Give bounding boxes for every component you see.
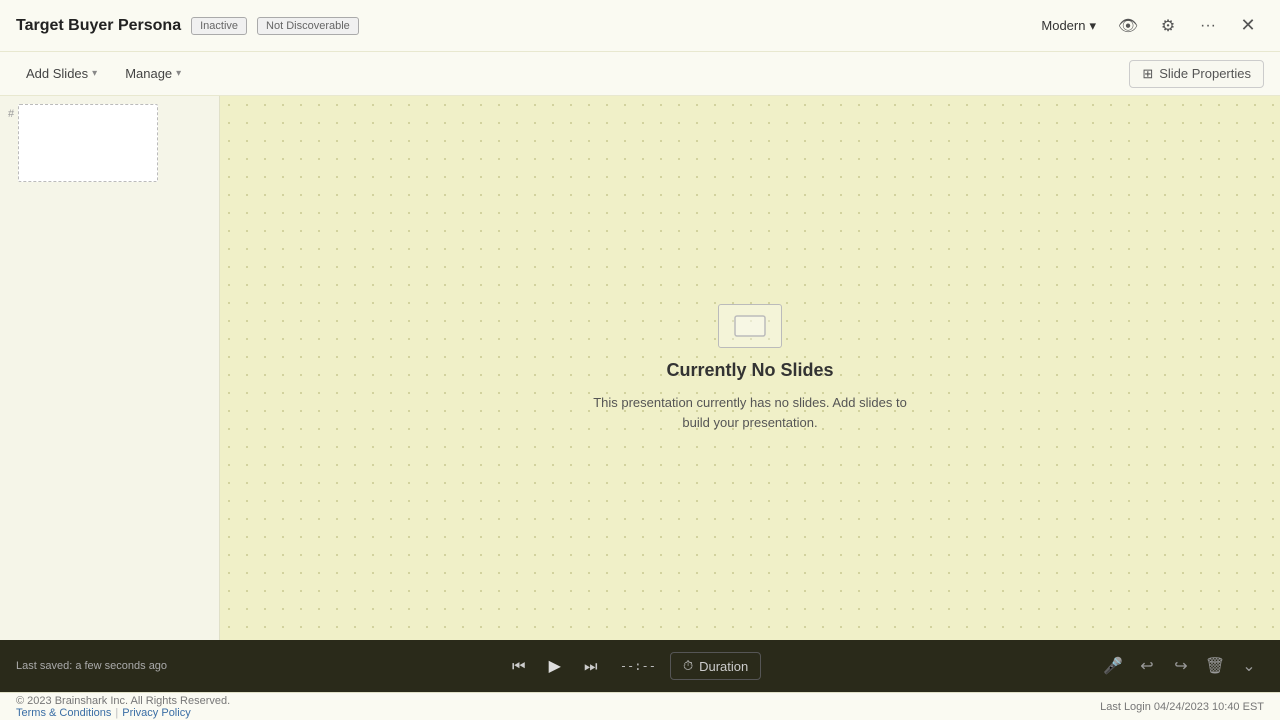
playback-controls: ⏮ ▶ ⏭ --:-- ⏱ Duration: [167, 651, 1098, 681]
microphone-button[interactable]: 🎤: [1098, 651, 1128, 681]
skip-to-start-button[interactable]: ⏮: [504, 651, 534, 681]
copyright-text: © 2023 Brainshark Inc. All Rights Reserv…: [16, 695, 230, 707]
theme-chevron-icon: ▾: [1089, 18, 1096, 34]
last-saved-text: Last saved: a few seconds ago: [16, 660, 167, 672]
add-slides-label: Add Slides: [26, 66, 88, 81]
gear-icon: ⚙: [1161, 16, 1175, 36]
manage-button[interactable]: Manage ▾: [115, 61, 191, 86]
delete-button[interactable]: 🗑: [1200, 651, 1230, 681]
privacy-policy-link[interactable]: Privacy Policy: [122, 707, 190, 719]
add-slides-button[interactable]: Add Slides ▾: [16, 61, 107, 86]
more-options-button[interactable]: ···: [1192, 10, 1224, 42]
microphone-icon: 🎤: [1103, 656, 1123, 676]
trash-icon: 🗑: [1205, 656, 1225, 676]
slide-thumbnail-container: #: [8, 104, 211, 182]
theme-selector[interactable]: Modern ▾: [1033, 14, 1104, 38]
preview-button[interactable]: 👁: [1112, 10, 1144, 42]
manage-chevron-icon: ▾: [176, 68, 181, 79]
redo-button[interactable]: ↪: [1166, 651, 1196, 681]
empty-subtitle: This presentation currently has no slide…: [590, 393, 910, 432]
playback-bar: Last saved: a few seconds ago ⏮ ▶ ⏭ --:-…: [0, 640, 1280, 692]
duration-label: Duration: [699, 659, 748, 674]
header-left: Target Buyer Persona Inactive Not Discov…: [16, 17, 359, 35]
header: Target Buyer Persona Inactive Not Discov…: [0, 0, 1280, 52]
last-login-text: Last Login 04/24/2023 10:40 EST: [1100, 701, 1264, 713]
playback-right-controls: 🎤 ↩ ↪ 🗑 ⌄: [1098, 651, 1264, 681]
undo-icon: ↩: [1140, 656, 1153, 676]
footer-links: Terms & Conditions | Privacy Policy: [16, 707, 230, 719]
redo-icon: ↪: [1174, 656, 1187, 676]
slide-properties-button[interactable]: ⊞ Slide Properties: [1129, 60, 1264, 88]
canvas-area: Currently No Slides This presentation cu…: [220, 96, 1280, 640]
footer-separator: |: [115, 707, 118, 719]
settings-button[interactable]: ⚙: [1152, 10, 1184, 42]
play-button[interactable]: ▶: [540, 651, 570, 681]
duration-button[interactable]: ⏱ Duration: [670, 652, 761, 680]
play-icon: ▶: [549, 656, 561, 676]
inactive-badge: Inactive: [191, 17, 247, 35]
theme-label: Modern: [1041, 18, 1085, 33]
close-icon: ✕: [1240, 15, 1255, 36]
undo-button[interactable]: ↩: [1132, 651, 1162, 681]
collapse-button[interactable]: ⌄: [1234, 651, 1264, 681]
slide-panel: #: [0, 96, 220, 640]
ellipsis-icon: ···: [1200, 17, 1216, 35]
eye-icon: 👁: [1118, 16, 1138, 36]
empty-state: Currently No Slides This presentation cu…: [590, 304, 910, 432]
slide-number: #: [8, 104, 14, 120]
slide-properties-icon: ⊞: [1142, 66, 1153, 82]
skip-start-icon: ⏮: [512, 658, 526, 675]
footer: © 2023 Brainshark Inc. All Rights Reserv…: [0, 692, 1280, 720]
slide-properties-label: Slide Properties: [1159, 66, 1251, 81]
page-title: Target Buyer Persona: [16, 17, 181, 35]
chevron-down-icon: ⌄: [1242, 656, 1255, 676]
empty-slide-icon: [718, 304, 782, 348]
header-right: Modern ▾ 👁 ⚙ ··· ✕: [1033, 10, 1264, 42]
skip-to-end-button[interactable]: ⏭: [576, 651, 606, 681]
empty-title: Currently No Slides: [666, 360, 833, 381]
toolbar-left: Add Slides ▾ Manage ▾: [16, 61, 191, 86]
add-slides-chevron-icon: ▾: [92, 68, 97, 79]
time-display: --:--: [612, 659, 664, 673]
manage-label: Manage: [125, 66, 172, 81]
close-button[interactable]: ✕: [1232, 10, 1264, 42]
footer-left: © 2023 Brainshark Inc. All Rights Reserv…: [16, 695, 230, 719]
footer-right: Last Login 04/24/2023 10:40 EST: [1100, 701, 1264, 713]
main-content: # Currently No Slides This presentation …: [0, 96, 1280, 640]
not-discoverable-badge: Not Discoverable: [257, 17, 359, 35]
toolbar: Add Slides ▾ Manage ▾ ⊞ Slide Properties: [0, 52, 1280, 96]
clock-icon: ⏱: [683, 658, 693, 674]
skip-end-icon: ⏭: [584, 658, 598, 675]
terms-conditions-link[interactable]: Terms & Conditions: [16, 707, 111, 719]
slide-thumbnail[interactable]: [18, 104, 158, 182]
